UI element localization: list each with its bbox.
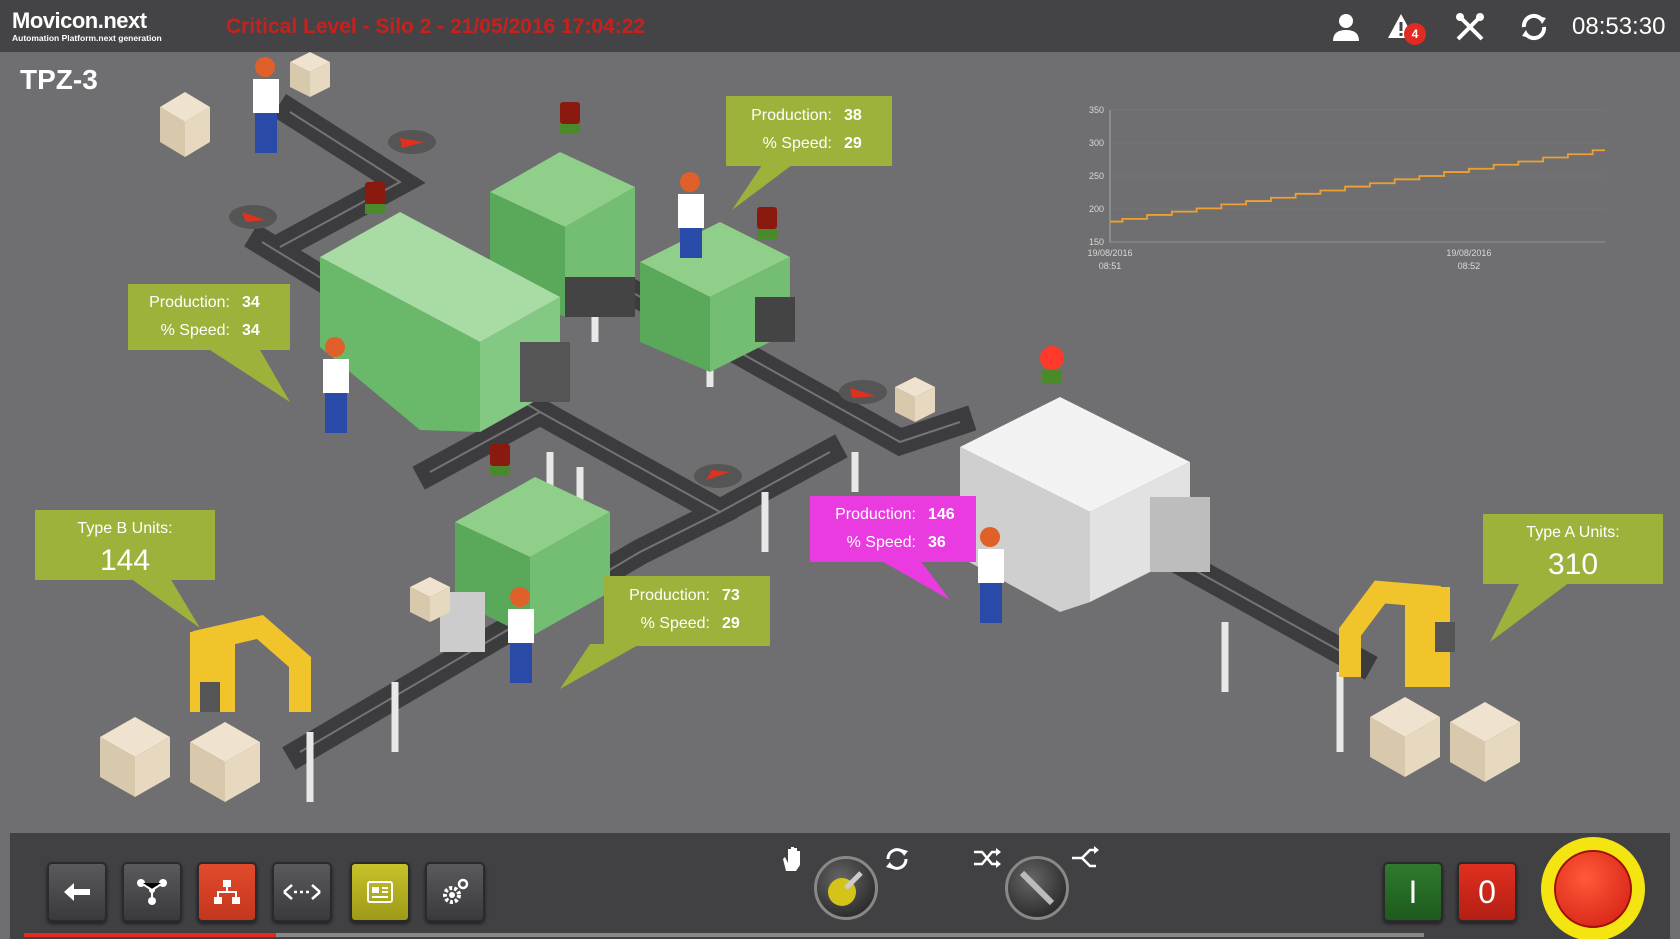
y-tick-label: 150 bbox=[1089, 237, 1104, 247]
type-b-units-box: Type B Units: 144 bbox=[35, 510, 215, 580]
station-callout-alert[interactable]: Production: 146 % Speed: 36 bbox=[810, 496, 976, 562]
callout-tail bbox=[560, 644, 640, 689]
production-label: Production: bbox=[835, 506, 916, 523]
split-arrow-icon bbox=[1072, 846, 1099, 868]
hierarchy-button[interactable] bbox=[197, 862, 257, 922]
stop-button[interactable]: 0 bbox=[1457, 862, 1517, 922]
mode-selector-knob[interactable] bbox=[1005, 856, 1069, 920]
alarm-count-badge: 4 bbox=[1404, 23, 1426, 45]
production-trend-chart[interactable]: 35030025020015019/08/201608:5119/08/2016… bbox=[1070, 100, 1615, 285]
start-button[interactable]: I bbox=[1383, 862, 1443, 922]
x-tick-time: 08:51 bbox=[1099, 261, 1122, 271]
callout-tail bbox=[1490, 582, 1570, 642]
production-label: Production: bbox=[751, 107, 832, 124]
type-a-label: Type A Units: bbox=[1526, 524, 1620, 541]
speed-value: 29 bbox=[844, 135, 862, 152]
tools-icon[interactable] bbox=[1453, 10, 1487, 44]
manual-auto-selector-knob[interactable] bbox=[814, 856, 878, 920]
network-nodes-icon bbox=[137, 879, 167, 905]
expand-button[interactable] bbox=[272, 862, 332, 922]
hand-icon bbox=[783, 847, 800, 871]
settings-button[interactable] bbox=[425, 862, 485, 922]
user-icon[interactable] bbox=[1329, 10, 1363, 44]
cycle-icon bbox=[886, 848, 908, 870]
x-tick-date: 19/08/2016 bbox=[1087, 248, 1132, 258]
y-tick-label: 300 bbox=[1089, 138, 1104, 148]
logo-main-text: Movicon.next bbox=[12, 8, 147, 33]
y-tick-label: 250 bbox=[1089, 171, 1104, 181]
alarm-message[interactable]: Critical Level - Silo 2 - 21/05/2016 17:… bbox=[226, 15, 645, 39]
report-icon bbox=[367, 881, 393, 903]
back-button[interactable] bbox=[47, 862, 107, 922]
cycle-progress-fill bbox=[24, 933, 276, 937]
start-label: I bbox=[1408, 873, 1418, 910]
speed-value: 36 bbox=[928, 534, 946, 551]
station-callout[interactable]: Production: 73 % Speed: 29 bbox=[604, 576, 770, 646]
type-b-label: Type B Units: bbox=[77, 520, 173, 537]
type-a-units-box: Type A Units: 310 bbox=[1483, 514, 1663, 584]
production-label: Production: bbox=[629, 587, 710, 604]
machine-3[interactable] bbox=[640, 222, 795, 372]
speed-label: % Speed: bbox=[762, 135, 832, 152]
robot-arm-left bbox=[190, 615, 311, 712]
callout-tail bbox=[880, 560, 950, 600]
arrow-left-icon bbox=[64, 883, 90, 901]
speed-label: % Speed: bbox=[160, 322, 230, 339]
speed-value: 29 bbox=[722, 615, 740, 632]
clock: 08:53:30 bbox=[1572, 13, 1666, 40]
cycle-progress-bar bbox=[24, 933, 1424, 937]
logo-sub-text: Automation Platform.next generation bbox=[12, 33, 162, 43]
callout-tail bbox=[210, 350, 290, 402]
network-button[interactable] bbox=[122, 862, 182, 922]
expand-arrows-icon bbox=[283, 884, 321, 900]
selector-knob-face bbox=[1019, 870, 1055, 906]
type-a-value: 310 bbox=[1547, 548, 1599, 581]
shuffle-icon bbox=[974, 848, 1001, 868]
selector-knob-face bbox=[828, 871, 863, 906]
production-value: 34 bbox=[242, 294, 260, 311]
sync-icon[interactable] bbox=[1517, 10, 1551, 44]
callout-tail bbox=[130, 578, 200, 628]
logo: Movicon.next Automation Platform.next ge… bbox=[12, 8, 162, 43]
production-value: 73 bbox=[722, 587, 740, 604]
top-bar: Movicon.next Automation Platform.next ge… bbox=[0, 0, 1680, 52]
y-tick-label: 350 bbox=[1089, 105, 1104, 115]
gear-icon bbox=[443, 878, 469, 904]
speed-value: 34 bbox=[242, 322, 260, 339]
production-value: 38 bbox=[844, 107, 862, 124]
hierarchy-icon bbox=[214, 880, 240, 904]
speed-label: % Speed: bbox=[846, 534, 916, 551]
type-b-value: 144 bbox=[99, 544, 151, 577]
station-callout[interactable]: Production: 34 % Speed: 34 bbox=[128, 284, 290, 350]
stop-label: 0 bbox=[1478, 873, 1496, 910]
station-callout[interactable]: Production: 38 % Speed: 29 bbox=[726, 96, 892, 166]
series-line bbox=[1110, 149, 1605, 223]
y-tick-label: 200 bbox=[1089, 204, 1104, 214]
x-tick-date: 19/08/2016 bbox=[1446, 248, 1491, 258]
scada-window: Movicon.next Automation Platform.next ge… bbox=[0, 0, 1680, 939]
production-value: 146 bbox=[928, 506, 955, 523]
emergency-stop-mushroom bbox=[1554, 850, 1632, 928]
production-label: Production: bbox=[149, 294, 230, 311]
x-tick-time: 08:52 bbox=[1458, 261, 1481, 271]
report-button[interactable] bbox=[350, 862, 410, 922]
emergency-stop-button[interactable] bbox=[1541, 837, 1645, 939]
callout-tail bbox=[732, 165, 792, 210]
speed-label: % Speed: bbox=[640, 615, 710, 632]
